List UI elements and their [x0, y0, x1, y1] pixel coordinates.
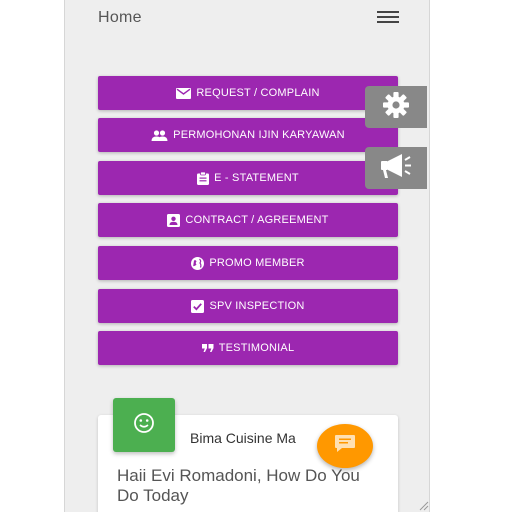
- permohonan-ijin-karyawan-button[interactable]: PERMOHONAN IJIN KARYAWAN: [98, 118, 398, 152]
- card-message: Haii Evi Romadoni, How Do You Do Today: [117, 466, 360, 505]
- promo-member-label: PROMO MEMBER: [209, 257, 305, 269]
- contract-agreement-label: CONTRACT / AGREEMENT: [185, 214, 329, 226]
- quote-icon: [201, 344, 214, 352]
- avatar: [113, 398, 175, 452]
- permohonan-ijin-karyawan-label: PERMOHONAN IJIN KARYAWAN: [173, 129, 345, 141]
- e-statement-button[interactable]: E - STATEMENT: [98, 161, 398, 195]
- testimonial-label: TESTIMONIAL: [218, 342, 295, 354]
- clipboard-icon: [197, 171, 210, 185]
- hamburger-menu-icon[interactable]: [377, 11, 399, 25]
- settings-button[interactable]: [365, 86, 427, 128]
- app-header: Home: [65, 0, 429, 36]
- request-complain-label: REQUEST / COMPLAIN: [196, 87, 320, 99]
- chat-icon: [334, 434, 356, 459]
- chat-fab-button[interactable]: [317, 424, 373, 468]
- promo-member-button[interactable]: PROMO MEMBER: [98, 246, 398, 280]
- testimonial-button[interactable]: TESTIMONIAL: [98, 331, 398, 365]
- smiley-icon: [133, 412, 155, 439]
- checkbox-icon: [191, 299, 205, 313]
- spv-inspection-button[interactable]: SPV INSPECTION: [98, 289, 398, 323]
- page-title: Home: [98, 9, 142, 26]
- contract-agreement-button[interactable]: CONTRACT / AGREEMENT: [98, 203, 398, 237]
- gear-icon: [382, 91, 410, 124]
- resize-grip[interactable]: [417, 498, 429, 511]
- app-screen: Home REQUEST / COMPLAIN PERMOHONAN IJIN …: [64, 0, 430, 512]
- people-icon: [151, 129, 168, 141]
- contact-card-icon: [167, 213, 181, 227]
- announcement-button[interactable]: [365, 147, 427, 189]
- spv-inspection-label: SPV INSPECTION: [209, 300, 305, 312]
- mail-icon: [176, 87, 192, 99]
- request-complain-button[interactable]: REQUEST / COMPLAIN: [98, 76, 398, 110]
- globe-icon: [191, 256, 205, 270]
- e-statement-label: E - STATEMENT: [214, 172, 299, 184]
- megaphone-icon: [380, 153, 412, 184]
